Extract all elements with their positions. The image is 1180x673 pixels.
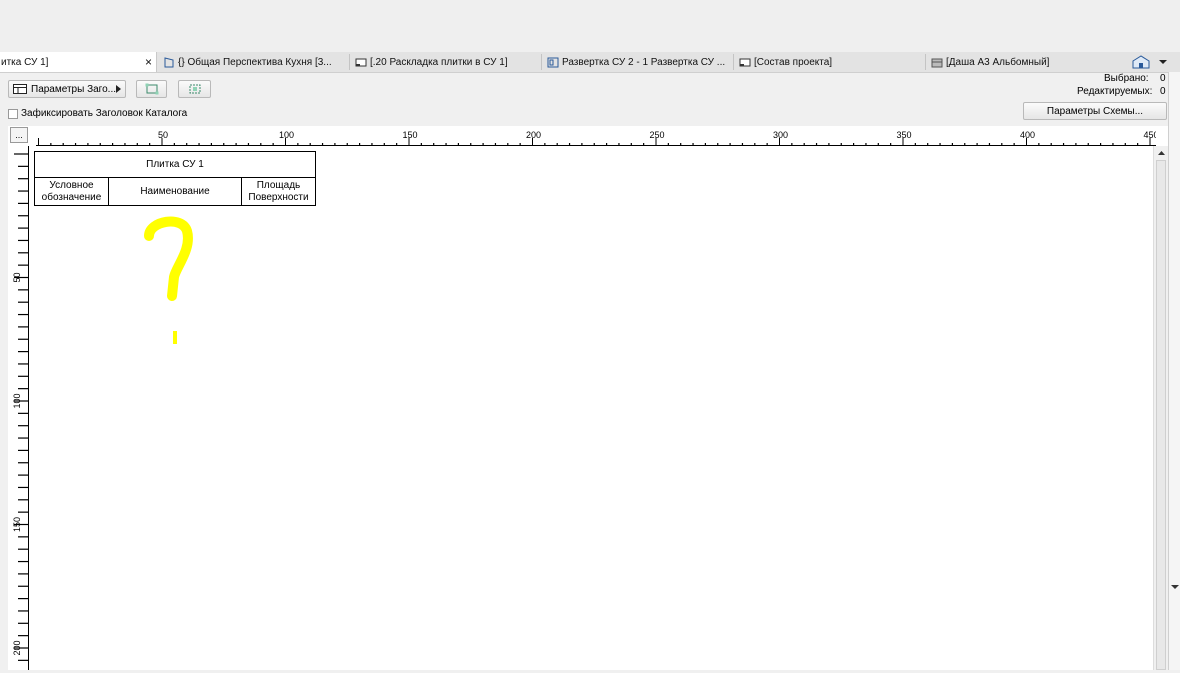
- schema-params-label: Параметры Схемы...: [1046, 105, 1144, 117]
- table-header-icon: [13, 84, 27, 94]
- schedule-title-row: Плитка СУ 1: [34, 151, 316, 178]
- ruler-label: 250: [649, 130, 664, 140]
- tab-tile-layout[interactable]: [.20 Раскладка плитки в СУ 1]: [350, 52, 540, 72]
- frame-settings-button[interactable]: [178, 80, 211, 98]
- scrollbar-thumb[interactable]: [1156, 160, 1166, 670]
- ruler-label: 100: [279, 130, 294, 140]
- ruler-label: 100: [12, 393, 22, 408]
- perspective-icon: [164, 56, 174, 67]
- ruler-label: 150: [12, 517, 22, 532]
- close-icon[interactable]: ×: [145, 55, 152, 69]
- vertical-ruler-ticks: 50 100 150 200: [12, 153, 28, 661]
- header-params-label: Параметры Заго...: [31, 83, 117, 95]
- scroll-up-icon[interactable]: [1154, 147, 1169, 159]
- ruler-label: 150: [402, 130, 417, 140]
- navigator-icon[interactable]: [1130, 54, 1156, 70]
- ruler-label: 300: [773, 130, 788, 140]
- ruler-corner-button[interactable]: ...: [10, 127, 28, 143]
- fit-frame-button[interactable]: [136, 80, 167, 98]
- ruler-label: 400: [1020, 130, 1035, 140]
- house-icon: [1132, 55, 1150, 69]
- tab-perspective[interactable]: {} Общая Перспектива Кухня [3...: [158, 52, 348, 72]
- ruler-label: 450: [1143, 130, 1156, 140]
- tab-bar: итка СУ 1] × {} Общая Перспектива Кухня …: [0, 52, 1180, 73]
- ruler-label: 50: [158, 130, 168, 140]
- tab-elevation[interactable]: Развертка СУ 2 - 1 Развертка СУ ...: [542, 52, 732, 72]
- elevation-icon: [547, 57, 559, 67]
- ruler-label: 50: [12, 272, 22, 282]
- selected-label: Выбрано:: [1104, 73, 1149, 84]
- chevron-down-icon[interactable]: [1159, 58, 1167, 66]
- scroll-down-icon[interactable]: [1169, 582, 1180, 592]
- column-header[interactable]: Площадь Поверхности: [241, 177, 316, 206]
- horizontal-ruler-ticks: 50 100 150 200 250 300 350 400 450: [38, 130, 1159, 145]
- ruler-corner-label: ...: [15, 130, 23, 140]
- tab-label: [Даша А3 Альбомный]: [946, 56, 1050, 68]
- tab-label: {} Общая Перспектива Кухня [3...: [178, 56, 332, 68]
- frame-settings-icon: [189, 84, 200, 94]
- tab-project-contents[interactable]: [Состав проекта]: [734, 52, 924, 72]
- tab-label: итка СУ 1]: [1, 56, 49, 68]
- ruler-label: 200: [526, 130, 541, 140]
- schema-params-button[interactable]: Параметры Схемы...: [1023, 102, 1167, 120]
- question-mark-annotation: [140, 213, 200, 348]
- fix-header-label: Зафиксировать Заголовок Каталога: [21, 108, 188, 119]
- column-header[interactable]: Условное обозначение: [34, 177, 109, 206]
- layout-icon: [355, 58, 367, 66]
- tab-label: [.20 Раскладка плитки в СУ 1]: [370, 56, 508, 68]
- selected-count: 0: [1160, 73, 1166, 84]
- ruler-label: 200: [12, 640, 22, 655]
- editable-count: 0: [1160, 86, 1166, 97]
- schedule-table[interactable]: Плитка СУ 1 Условное обозначение Наимено…: [34, 151, 316, 206]
- right-panel-edge: [1168, 72, 1180, 670]
- layout-icon: [739, 58, 751, 66]
- vertical-scrollbar[interactable]: [1153, 146, 1169, 670]
- schedule-title[interactable]: Плитка СУ 1: [34, 151, 316, 178]
- schedule-header-row: Условное обозначение Наименование Площад…: [34, 177, 316, 206]
- vertical-ruler: 50 100 150 200: [8, 146, 29, 670]
- column-header[interactable]: Наименование: [108, 177, 242, 206]
- fix-header-checkbox[interactable]: [8, 109, 18, 119]
- master-layout-icon: [931, 58, 943, 67]
- title-area: [0, 0, 1180, 52]
- ruler-label: 350: [896, 130, 911, 140]
- chevron-right-icon: [116, 85, 121, 93]
- editable-label: Редактируемых:: [1077, 86, 1153, 97]
- frame-icon: [145, 83, 158, 95]
- tab-master-layout[interactable]: [Даша А3 Альбомный]: [926, 52, 1116, 72]
- header-params-button[interactable]: Параметры Заго...: [8, 80, 126, 98]
- horizontal-ruler: 50 100 150 200 250 300 350 400 450: [36, 126, 1159, 146]
- tab-label: [Состав проекта]: [754, 56, 833, 68]
- schedule-canvas[interactable]: ... 50 100 150 200 250 300 350 400 450 50 100 150 2…: [8, 126, 1169, 670]
- tab-label: Развертка СУ 2 - 1 Развертка СУ ...: [562, 56, 726, 68]
- tab-schedule[interactable]: итка СУ 1] ×: [0, 52, 157, 72]
- question-mark-icon: [144, 216, 193, 344]
